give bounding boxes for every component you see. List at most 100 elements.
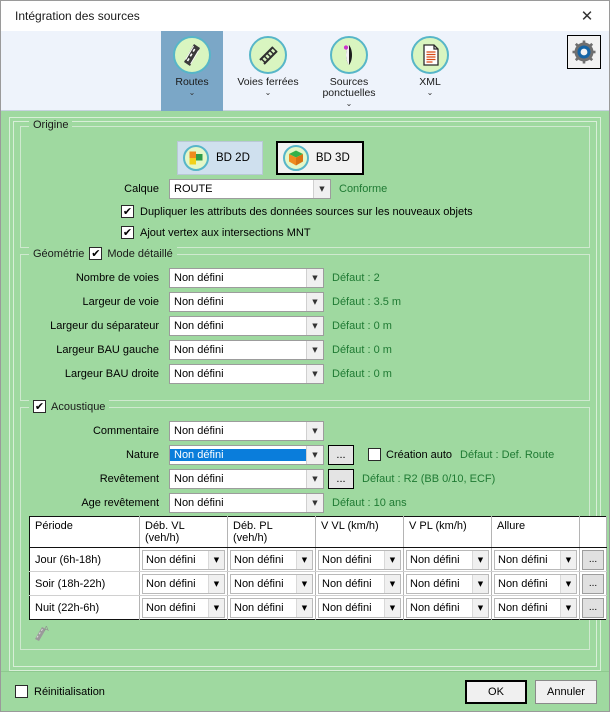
chevron-down-icon[interactable]: ▼ — [560, 574, 576, 593]
row-browse-button[interactable]: ... — [582, 549, 604, 570]
col-deb-vl: Déb. VL (veh/h) — [139, 516, 228, 548]
tab-xml[interactable]: XML ⌄ — [399, 31, 461, 111]
tab-sources-ponctuelles[interactable]: Sources ponctuelles ⌄ — [313, 31, 385, 111]
chevron-down-icon[interactable]: ▼ — [306, 316, 323, 335]
point-source-icon — [330, 36, 368, 74]
table-header-row: Période Déb. VL (veh/h) Déb. PL (veh/h) … — [29, 516, 607, 548]
chevron-down-icon[interactable]: ▼ — [208, 598, 224, 617]
acoustique-checkbox[interactable]: ✔ — [33, 400, 46, 413]
chevron-down-icon[interactable]: ⌄ — [346, 100, 353, 108]
commentaire-select[interactable]: Non défini ▼ — [169, 420, 324, 441]
revetement-select[interactable]: Non défini ▼ — [169, 468, 324, 489]
deb-pl-select[interactable]: Non défini ▼ — [230, 597, 313, 618]
tab-voies-ferrees[interactable]: Voies ferrées ⌄ — [237, 31, 299, 111]
ok-button[interactable]: OK — [465, 679, 527, 704]
allure-select[interactable]: Non défini ▼ — [494, 573, 577, 594]
nature-select[interactable]: Non défini ▼ — [169, 444, 324, 465]
deb-pl-value: Non défini — [234, 577, 284, 590]
deb-vl-select[interactable]: Non défini ▼ — [142, 573, 225, 594]
mode-detaille-label: Mode détaillé — [107, 247, 173, 260]
chevron-down-icon[interactable]: ⌄ — [427, 89, 434, 97]
chevron-down-icon[interactable]: ▼ — [472, 598, 488, 617]
row-period: Jour (6h-18h) — [29, 547, 140, 572]
largeur-voie-default: Défaut : 3.5 m — [332, 295, 402, 308]
reinitialisation-label: Réinitialisation — [34, 685, 105, 698]
chevron-down-icon[interactable]: ▼ — [306, 469, 323, 488]
checkbox-box[interactable] — [15, 685, 28, 698]
chevron-down-icon[interactable]: ▼ — [560, 550, 576, 569]
chevron-down-icon[interactable]: ▼ — [306, 340, 323, 359]
deb-vl-select[interactable]: Non défini ▼ — [142, 597, 225, 618]
chevron-down-icon[interactable]: ▼ — [306, 421, 323, 440]
chevron-down-icon[interactable]: ▼ — [306, 364, 323, 383]
largeur-bau-gauche-row: Largeur BAU gauche Non défini ▼ Défaut :… — [29, 338, 581, 361]
cell-v-pl: Non défini ▼ — [403, 595, 492, 620]
deb-vl-select[interactable]: Non défini ▼ — [142, 549, 225, 570]
tab-routes[interactable]: Routes ⌄ — [161, 31, 223, 111]
dupliquer-attributs-checkbox[interactable]: ✔ Dupliquer les attributs des données so… — [121, 201, 581, 222]
reinitialisation-checkbox[interactable]: Réinitialisation — [15, 685, 105, 698]
allure-select[interactable]: Non défini ▼ — [494, 597, 577, 618]
mode-detaille-checkbox[interactable]: ✔ — [89, 247, 103, 260]
bd-3d-button[interactable]: BD 3D — [275, 141, 364, 175]
nature-browse-button[interactable]: ... — [328, 444, 354, 465]
deb-pl-value: Non défini — [234, 601, 284, 614]
group-acoustique: ✔ Acoustique Commentaire Non défini ▼ Na… — [20, 400, 607, 650]
v-vl-select[interactable]: Non défini ▼ — [318, 597, 401, 618]
road-icon — [173, 36, 211, 74]
deb-pl-select[interactable]: Non défini ▼ — [230, 549, 313, 570]
chevron-down-icon[interactable]: ▼ — [472, 550, 488, 569]
cancel-button[interactable]: Annuler — [535, 679, 597, 704]
chevron-down-icon[interactable]: ▼ — [208, 574, 224, 593]
group-origine-legend: Origine — [29, 119, 73, 131]
gear-icon[interactable] — [567, 35, 601, 69]
col-periode: Période — [29, 516, 140, 548]
chevron-down-icon[interactable]: ▼ — [313, 179, 330, 198]
largeur-bau-droite-label: Largeur BAU droite — [64, 367, 159, 380]
deb-pl-select[interactable]: Non défini ▼ — [230, 573, 313, 594]
close-icon[interactable]: ✕ — [565, 1, 609, 31]
chevron-down-icon[interactable]: ▼ — [384, 550, 400, 569]
v-pl-select[interactable]: Non défini ▼ — [406, 549, 489, 570]
cube-3d-icon — [282, 145, 309, 171]
v-pl-select[interactable]: Non défini ▼ — [406, 573, 489, 594]
chevron-down-icon[interactable]: ▼ — [384, 574, 400, 593]
table-row: Nuit (22h-6h) Non défini ▼ Non défini ▼ No… — [29, 595, 607, 620]
v-pl-select[interactable]: Non défini ▼ — [406, 597, 489, 618]
v-vl-select[interactable]: Non défini ▼ — [318, 573, 401, 594]
row-browse-button[interactable]: ... — [582, 573, 604, 594]
chevron-down-icon[interactable]: ▼ — [306, 493, 323, 512]
chevron-down-icon[interactable]: ▼ — [208, 550, 224, 569]
calque-conforme-status: Conforme — [339, 182, 388, 195]
chevron-down-icon[interactable]: ▼ — [306, 292, 323, 311]
chevron-down-icon[interactable]: ▼ — [296, 550, 312, 569]
largeur-bau-droite-select[interactable]: Non défini ▼ — [169, 363, 324, 384]
largeur-bau-gauche-select[interactable]: Non défini ▼ — [169, 339, 324, 360]
chevron-down-icon[interactable]: ⌄ — [265, 89, 272, 97]
chevron-down-icon[interactable]: ▼ — [384, 598, 400, 617]
creation-auto-checkbox[interactable]: Création auto — [368, 448, 452, 461]
chevron-down-icon[interactable]: ▼ — [306, 268, 323, 287]
checkbox-box[interactable]: ✔ — [121, 205, 134, 218]
chevron-down-icon[interactable]: ▼ — [560, 598, 576, 617]
age-revetement-select[interactable]: Non défini ▼ — [169, 492, 324, 513]
calque-select[interactable]: ROUTE ▼ — [169, 178, 331, 199]
ajout-vertex-checkbox[interactable]: ✔ Ajout vertex aux intersections MNT — [121, 222, 581, 243]
chevron-down-icon[interactable]: ▼ — [306, 445, 323, 464]
largeur-voie-select[interactable]: Non défini ▼ — [169, 291, 324, 312]
chevron-down-icon[interactable]: ▼ — [296, 574, 312, 593]
v-vl-select[interactable]: Non défini ▼ — [318, 549, 401, 570]
chevron-down-icon[interactable]: ▼ — [472, 574, 488, 593]
checkbox-box[interactable]: ✔ — [121, 226, 134, 239]
checkbox-box[interactable] — [368, 448, 381, 461]
bd-2d-button[interactable]: BD 2D — [177, 141, 263, 175]
chevron-down-icon[interactable]: ▼ — [296, 598, 312, 617]
allure-select[interactable]: Non défini ▼ — [494, 549, 577, 570]
row-browse-button[interactable]: ... — [582, 597, 604, 618]
panel-inner: Origine BD 2D BD 3D Calque ROUTE ▼ Confo… — [13, 119, 607, 667]
revetement-browse-button[interactable]: ... — [328, 468, 354, 489]
road-label-icon[interactable]: A — [29, 620, 581, 645]
chevron-down-icon[interactable]: ⌄ — [189, 89, 196, 97]
nombre-voies-select[interactable]: Non défini ▼ — [169, 267, 324, 288]
largeur-separateur-select[interactable]: Non défini ▼ — [169, 315, 324, 336]
